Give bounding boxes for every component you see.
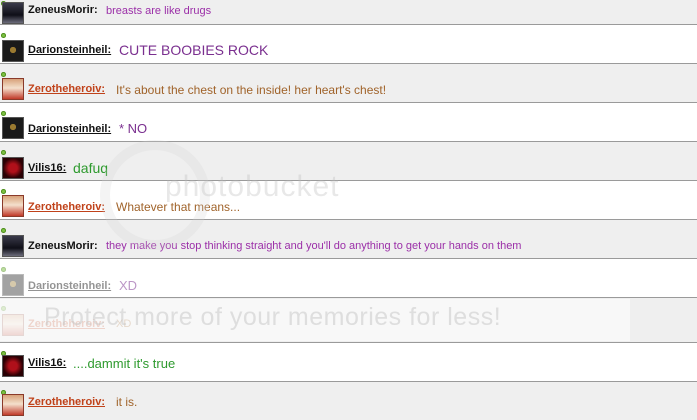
online-status-icon bbox=[1, 306, 6, 311]
chat-message: ZeneusMorir: they make you stop thinking… bbox=[0, 220, 697, 259]
username[interactable]: Zerotheheroiv: bbox=[28, 396, 105, 408]
user-avatar[interactable] bbox=[2, 235, 24, 257]
message-text: dafuq bbox=[73, 160, 109, 176]
username[interactable]: Darionsteinheil: bbox=[28, 123, 111, 135]
online-status-icon bbox=[1, 72, 6, 77]
message-text: XD bbox=[119, 278, 138, 293]
username[interactable]: Darionsteinheil: bbox=[28, 44, 111, 56]
chat-message: Zerotheheroiv: it is. bbox=[0, 382, 697, 420]
username[interactable]: Zerotheheroiv: bbox=[28, 83, 105, 95]
user-avatar[interactable] bbox=[2, 195, 24, 217]
user-avatar[interactable] bbox=[2, 2, 24, 24]
username[interactable]: Vilis16: bbox=[28, 357, 66, 369]
username[interactable]: ZeneusMorir: bbox=[28, 4, 98, 16]
user-avatar[interactable] bbox=[2, 314, 24, 336]
username[interactable]: Darionsteinheil: bbox=[28, 280, 111, 292]
chat-log: ZeneusMorir: breasts are like drugs Dari… bbox=[0, 0, 697, 420]
username[interactable]: Zerotheheroiv: bbox=[28, 318, 105, 330]
message-text: it is. bbox=[116, 395, 138, 409]
message-text: breasts are like drugs bbox=[106, 5, 212, 17]
user-avatar[interactable] bbox=[2, 394, 24, 416]
online-status-icon bbox=[1, 33, 6, 38]
message-text: Whatever that means... bbox=[116, 200, 241, 214]
online-status-icon bbox=[1, 267, 6, 272]
user-avatar[interactable] bbox=[2, 274, 24, 296]
username[interactable]: Zerotheheroiv: bbox=[28, 201, 105, 213]
user-avatar[interactable] bbox=[2, 117, 24, 139]
chat-message: Zerotheheroiv: XD bbox=[0, 298, 697, 343]
username[interactable]: Vilis16: bbox=[28, 162, 66, 174]
message-text: * NO bbox=[119, 121, 148, 136]
chat-message: Vilis16: dafuq bbox=[0, 142, 697, 181]
chat-message: Zerotheheroiv: It's about the chest on t… bbox=[0, 64, 697, 103]
chat-message: Vilis16: ....dammit it's true bbox=[0, 343, 697, 382]
online-status-icon bbox=[1, 189, 6, 194]
chat-message: Darionsteinheil: XD bbox=[0, 259, 697, 298]
online-status-icon bbox=[1, 150, 6, 155]
chat-message: ZeneusMorir: breasts are like drugs bbox=[0, 0, 697, 25]
username[interactable]: ZeneusMorir: bbox=[28, 240, 98, 252]
message-text: ....dammit it's true bbox=[73, 356, 176, 371]
message-text: It's about the chest on the inside! her … bbox=[116, 83, 387, 97]
chat-message: Darionsteinheil: CUTE BOOBIES ROCK bbox=[0, 25, 697, 64]
user-avatar[interactable] bbox=[2, 355, 24, 377]
chat-message: Zerotheheroiv: Whatever that means... bbox=[0, 181, 697, 220]
online-status-icon bbox=[1, 111, 6, 116]
online-status-icon bbox=[1, 228, 6, 233]
message-text: XD bbox=[116, 318, 132, 330]
chat-message: Darionsteinheil: * NO bbox=[0, 103, 697, 142]
message-text: CUTE BOOBIES ROCK bbox=[119, 42, 269, 58]
message-text: they make you stop thinking straight and… bbox=[106, 240, 522, 252]
user-avatar[interactable] bbox=[2, 40, 24, 62]
user-avatar[interactable] bbox=[2, 157, 24, 179]
user-avatar[interactable] bbox=[2, 78, 24, 100]
